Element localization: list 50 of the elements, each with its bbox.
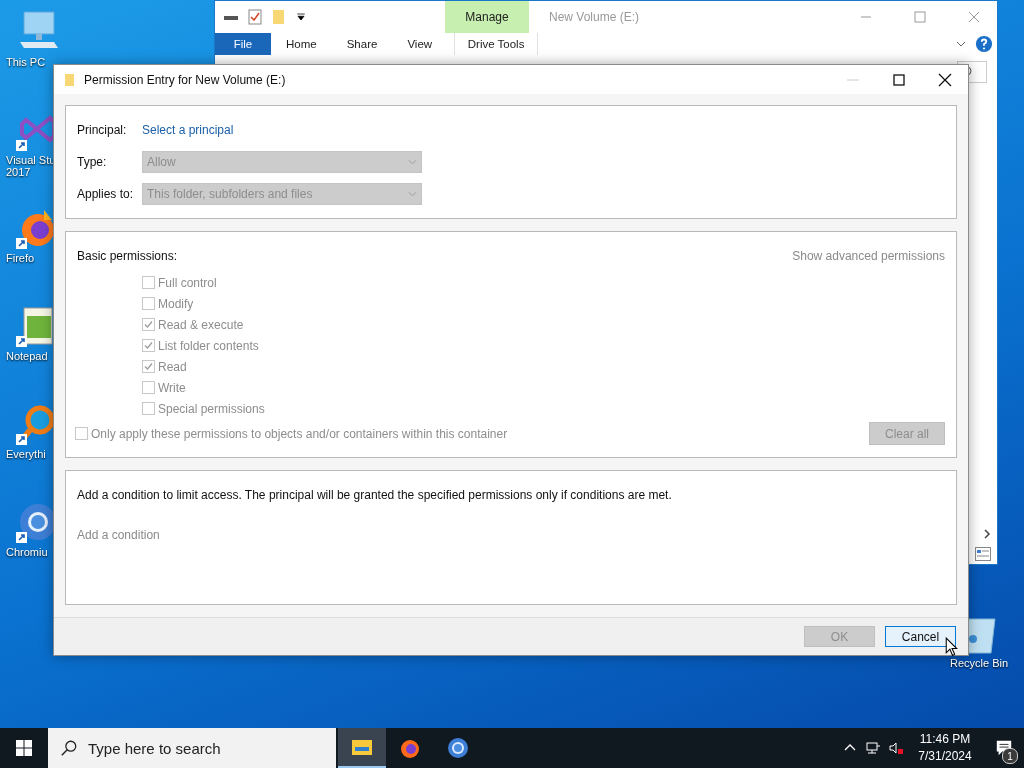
window-title: Permission Entry for New Volume (E:) [84,72,286,87]
condition-description: Add a condition to limit access. The principal will be granted the specified permissions only if conditions are met. [77,488,672,503]
network-icon[interactable] [865,740,881,756]
help-icon[interactable] [975,35,993,53]
chromium-icon [446,736,470,760]
context-group-label: Manage [465,10,509,24]
desktop-icon-label: 2017 [5,166,31,178]
desktop-icon-label: Everythi [5,448,46,460]
checkbox-label: Special permissions [158,401,265,416]
clock-date: 7/31/2024 [918,748,972,765]
desktop-icon-label: Notepad [5,350,48,362]
ribbon-tab[interactable]: View [392,33,448,55]
mouse-cursor-icon [945,637,958,657]
checkbox-label: Write [158,380,186,395]
clock-time: 11:46 PM [919,731,971,748]
search-icon [60,739,78,757]
checkbox-label: Only apply these permissions to objects and/or containers within this container [91,426,508,441]
folder-icon [64,72,76,87]
caret-icon [408,191,417,198]
section-heading: Basic permissions: [77,249,178,264]
cancel-button[interactable]: Cancel [885,626,956,648]
ribbon-tab[interactable]: Drive Tools [454,33,539,55]
desktop-icon-label: Firefo [5,252,35,264]
caret-icon[interactable] [295,11,307,23]
ribbon-tab[interactable]: File [215,33,271,55]
desktop-icon-label: Chromiu [5,546,48,558]
taskbar-search-field[interactable]: Type here to search [48,728,336,768]
scroll-right-icon[interactable] [981,528,993,540]
notification-count-badge: 1 [1002,748,1018,764]
window-title: New Volume (E:) [549,10,641,24]
field-label: Type: [77,155,108,170]
file-explorer-taskbar-button[interactable] [338,728,386,768]
desktop-icon-label: This PC [5,56,46,68]
checkbox-label: Read & execute [158,317,244,332]
select-principal-link[interactable]: Select a principal [142,123,234,138]
checkbox-label: Full control [158,275,217,290]
advanced-permissions-link[interactable]: Show advanced permissions [792,249,945,264]
properties-icon[interactable] [247,9,263,25]
desktop-icon-label: Recycle Bin [949,657,1009,669]
field-label: Applies to: [77,187,135,202]
ribbon-tab[interactable]: Share [331,33,393,55]
ribbon-tab[interactable]: Home [271,33,332,55]
details-view-icon[interactable] [975,547,991,561]
field-label: Principal: [77,123,128,138]
checkbox-label: Read [158,359,187,374]
caret-icon [408,159,417,166]
checkbox-label: Modify [158,296,194,311]
speaker-muted-icon[interactable] [888,740,904,756]
checkbox-label: List folder contents [158,338,259,353]
add-condition-link[interactable]: Add a condition [77,528,160,543]
